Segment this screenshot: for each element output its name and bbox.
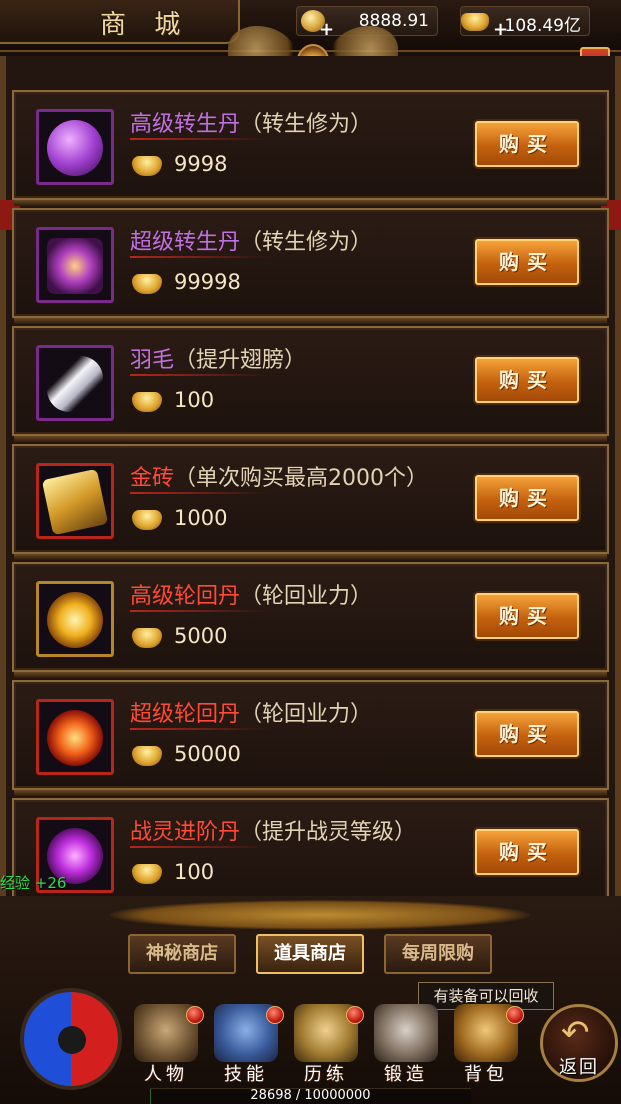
item-title: 金砖（单次购买最高2000个） xyxy=(130,466,429,491)
nav-skills[interactable]: 技能 xyxy=(210,1004,284,1088)
anvil-hammer-icon xyxy=(374,1004,438,1062)
nav-training[interactable]: 历练 xyxy=(290,1004,364,1088)
list-item: 高级轮回丹（轮回业力） 5000 购买 xyxy=(12,562,609,678)
buy-button[interactable]: 购买 xyxy=(475,475,579,521)
xp-text: 28698 / 10000000 xyxy=(250,1088,371,1103)
item-icon-frame[interactable] xyxy=(36,699,114,775)
item-title: 超级转生丹（转生修为） xyxy=(130,230,373,255)
list-item: 超级转生丹（转生修为） 99998 购买 xyxy=(12,208,609,324)
red-swirl-icon xyxy=(47,710,103,766)
buy-button[interactable]: 购买 xyxy=(475,239,579,285)
add-coin-icon[interactable]: + xyxy=(319,19,334,40)
taiji-icon[interactable] xyxy=(20,988,122,1090)
ingot-icon xyxy=(461,13,489,31)
notification-dot-icon xyxy=(346,1006,364,1024)
notification-dot-icon xyxy=(186,1006,204,1024)
item-icon-frame[interactable] xyxy=(36,345,114,421)
tab-item-shop[interactable]: 道具商店 xyxy=(256,934,364,974)
return-button[interactable]: ↶ 返回 xyxy=(540,1004,618,1082)
item-title: 高级轮回丹（轮回业力） xyxy=(130,584,373,609)
tab-weekly-limit[interactable]: 每周限购 xyxy=(384,934,492,974)
notification-dot-icon xyxy=(266,1006,284,1024)
golden-swirl-icon xyxy=(47,592,103,648)
ingot-icon xyxy=(132,746,162,766)
item-icon-frame[interactable] xyxy=(36,463,114,539)
nav-forge[interactable]: 锻造 xyxy=(370,1004,442,1088)
buy-button[interactable]: 购买 xyxy=(475,121,579,167)
nav-character[interactable]: 人物 xyxy=(130,1004,204,1088)
buy-button[interactable]: 购买 xyxy=(475,593,579,639)
ingot-icon xyxy=(132,156,162,176)
list-item: 高级转生丹（转生修为） 9998 购买 xyxy=(12,90,609,206)
exp-gain-popup: 经验 +26 xyxy=(0,874,67,892)
ingot-balance[interactable]: + 108.49亿 xyxy=(460,6,590,40)
ingot-icon xyxy=(132,392,162,412)
return-arrow-icon: ↶ xyxy=(561,1013,590,1053)
buy-button[interactable]: 购买 xyxy=(475,829,579,875)
item-icon-frame[interactable] xyxy=(36,227,114,303)
item-icon-frame[interactable] xyxy=(36,581,114,657)
list-item: 战灵进阶丹（提升战灵等级） 100 购买 xyxy=(12,798,609,914)
ingot-value: 108.49亿 xyxy=(504,16,581,36)
purple-figure-icon xyxy=(47,238,103,294)
title-tab: 商 城 xyxy=(0,0,240,44)
list-item: 金砖（单次购买最高2000个） 1000 购买 xyxy=(12,444,609,560)
ingot-icon xyxy=(132,864,162,884)
ingot-icon xyxy=(132,274,162,294)
nav-backpack[interactable]: 背包 xyxy=(450,1004,524,1088)
purple-orb-icon xyxy=(47,120,103,176)
item-title: 高级转生丹（转生修为） xyxy=(130,112,373,137)
feather-icon xyxy=(47,356,103,412)
list-item: 超级轮回丹（轮回业力） 50000 购买 xyxy=(12,680,609,796)
gold-coins-pile-icon xyxy=(110,900,530,930)
item-title: 羽毛（提升翅膀） xyxy=(130,348,307,373)
tab-mystery-shop[interactable]: 神秘商店 xyxy=(128,934,236,974)
ingot-icon xyxy=(132,510,162,530)
item-title: 超级轮回丹（轮回业力） xyxy=(130,702,373,727)
buy-button[interactable]: 购买 xyxy=(475,711,579,757)
buy-button[interactable]: 购买 xyxy=(475,357,579,403)
ingot-icon xyxy=(132,628,162,648)
notification-dot-icon xyxy=(506,1006,524,1024)
page-title: 商 城 xyxy=(100,10,191,40)
list-item: 羽毛（提升翅膀） 100 购买 xyxy=(12,326,609,442)
item-icon-frame[interactable] xyxy=(36,109,114,185)
item-title: 战灵进阶丹（提升战灵等级） xyxy=(130,820,417,845)
gold-bricks-icon xyxy=(41,468,109,536)
